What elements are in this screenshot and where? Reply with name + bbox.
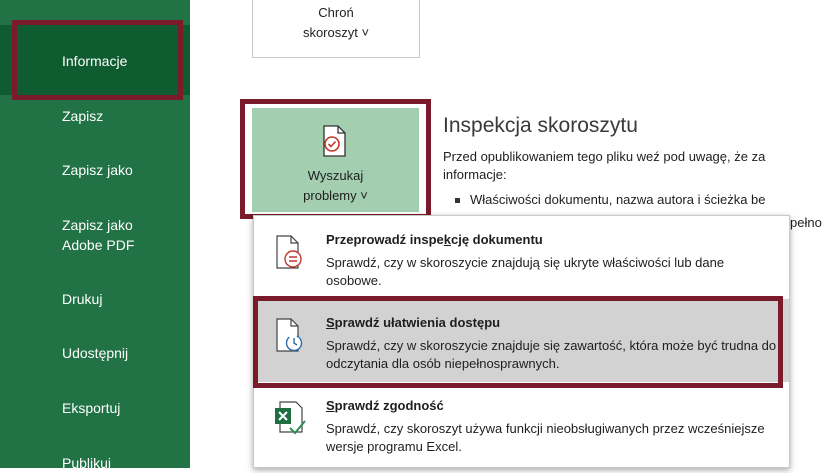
sidebar-item-label: Zapisz jako <box>62 162 133 178</box>
menu-item-title: Przeprowadź inspekcję dokumentu <box>326 232 543 247</box>
sidebar-item-publish[interactable]: Publikuj <box>0 453 190 473</box>
title-part: prawdź zgodność <box>334 398 444 413</box>
menu-item-description: Sprawdź, czy w skoroszycie znajduje się … <box>326 338 777 371</box>
sidebar-item-label: Drukuj <box>62 291 103 307</box>
title-part: prawdź ułatwienia dostępu <box>334 315 501 330</box>
title-accelerator: S <box>326 398 335 413</box>
excel-compatibility-icon <box>274 400 308 443</box>
menu-item-check-compatibility[interactable]: Sprawdź zgodność Sprawdź, czy skoroszyt … <box>254 382 789 465</box>
sidebar-item-export[interactable]: Eksportuj <box>0 398 190 418</box>
backstage-sidebar: Informacje Zapisz Zapisz jako Zapisz jak… <box>0 0 190 471</box>
menu-item-check-accessibility[interactable]: Sprawdź ułatwienia dostępu Sprawdź, czy … <box>254 299 789 382</box>
protect-label-line2: skoroszyt ˅ <box>302 25 370 40</box>
inspect-bullet: Właściwości dokumentu, nazwa autora i śc… <box>455 192 766 207</box>
inspect-document-icon <box>274 234 304 277</box>
protect-workbook-button[interactable]: Chroń skoroszyt ˅ <box>252 0 420 58</box>
check-issues-label-line1: Wyszukaj <box>307 168 364 183</box>
title-part: Przeprowadź inspe <box>326 232 444 247</box>
menu-item-inspect-document[interactable]: Przeprowadź inspekcję dokumentu Sprawdź,… <box>254 216 789 299</box>
document-check-icon <box>318 124 350 164</box>
sidebar-item-save-as-pdf[interactable]: Zapisz jako Adobe PDF <box>0 215 190 255</box>
check-issues-menu: Przeprowadź inspekcję dokumentu Sprawdź,… <box>253 215 790 468</box>
sidebar-item-label: Adobe PDF <box>62 237 135 253</box>
menu-item-description: Sprawdź, czy skoroszyt używa funkcji nie… <box>326 421 765 454</box>
sidebar-item-label: Udostępnij <box>62 345 129 361</box>
title-accelerator: k <box>443 232 451 247</box>
sidebar-item-label: Eksportuj <box>62 400 121 416</box>
sidebar-item-save-as[interactable]: Zapisz jako <box>0 160 190 180</box>
check-for-issues-button[interactable]: Wyszukaj problemy ˅ <box>252 108 419 212</box>
menu-item-title: Sprawdź ułatwienia dostępu <box>326 315 500 330</box>
sidebar-item-label: Zapisz jako <box>62 217 133 233</box>
sidebar-item-info[interactable]: Informacje <box>0 25 190 95</box>
sidebar-item-label: Publikuj <box>62 455 112 471</box>
sidebar-item-save[interactable]: Zapisz <box>0 106 190 126</box>
accessibility-check-icon <box>274 317 304 360</box>
title-accelerator: S <box>326 315 335 330</box>
menu-item-description: Sprawdź, czy w skoroszycie znajdują się … <box>326 255 725 288</box>
protect-label-line1: Chroń <box>318 5 354 20</box>
inspect-bullet-text: Właściwości dokumentu, nazwa autora i śc… <box>470 192 766 207</box>
sidebar-item-print[interactable]: Drukuj <box>0 289 190 309</box>
inspect-tail-text: pełno <box>790 215 822 230</box>
check-issues-label-line2: problemy ˅ <box>303 188 368 203</box>
inspect-desc-line2: informacje: <box>443 167 507 182</box>
title-part: cję dokumentu <box>450 232 543 247</box>
inspect-description: Przed opublikowaniem tego pliku weź pod … <box>443 148 837 184</box>
sidebar-item-label: Zapisz <box>62 108 104 124</box>
sidebar-item-label: Informacje <box>62 53 128 69</box>
inspect-title: Inspekcja skoroszytu <box>443 114 638 137</box>
sidebar-item-share[interactable]: Udostępnij <box>0 343 190 363</box>
menu-item-title: Sprawdź zgodność <box>326 398 444 413</box>
inspect-desc-line1: Przed opublikowaniem tego pliku weź pod … <box>443 149 766 164</box>
bullet-icon <box>455 198 460 204</box>
